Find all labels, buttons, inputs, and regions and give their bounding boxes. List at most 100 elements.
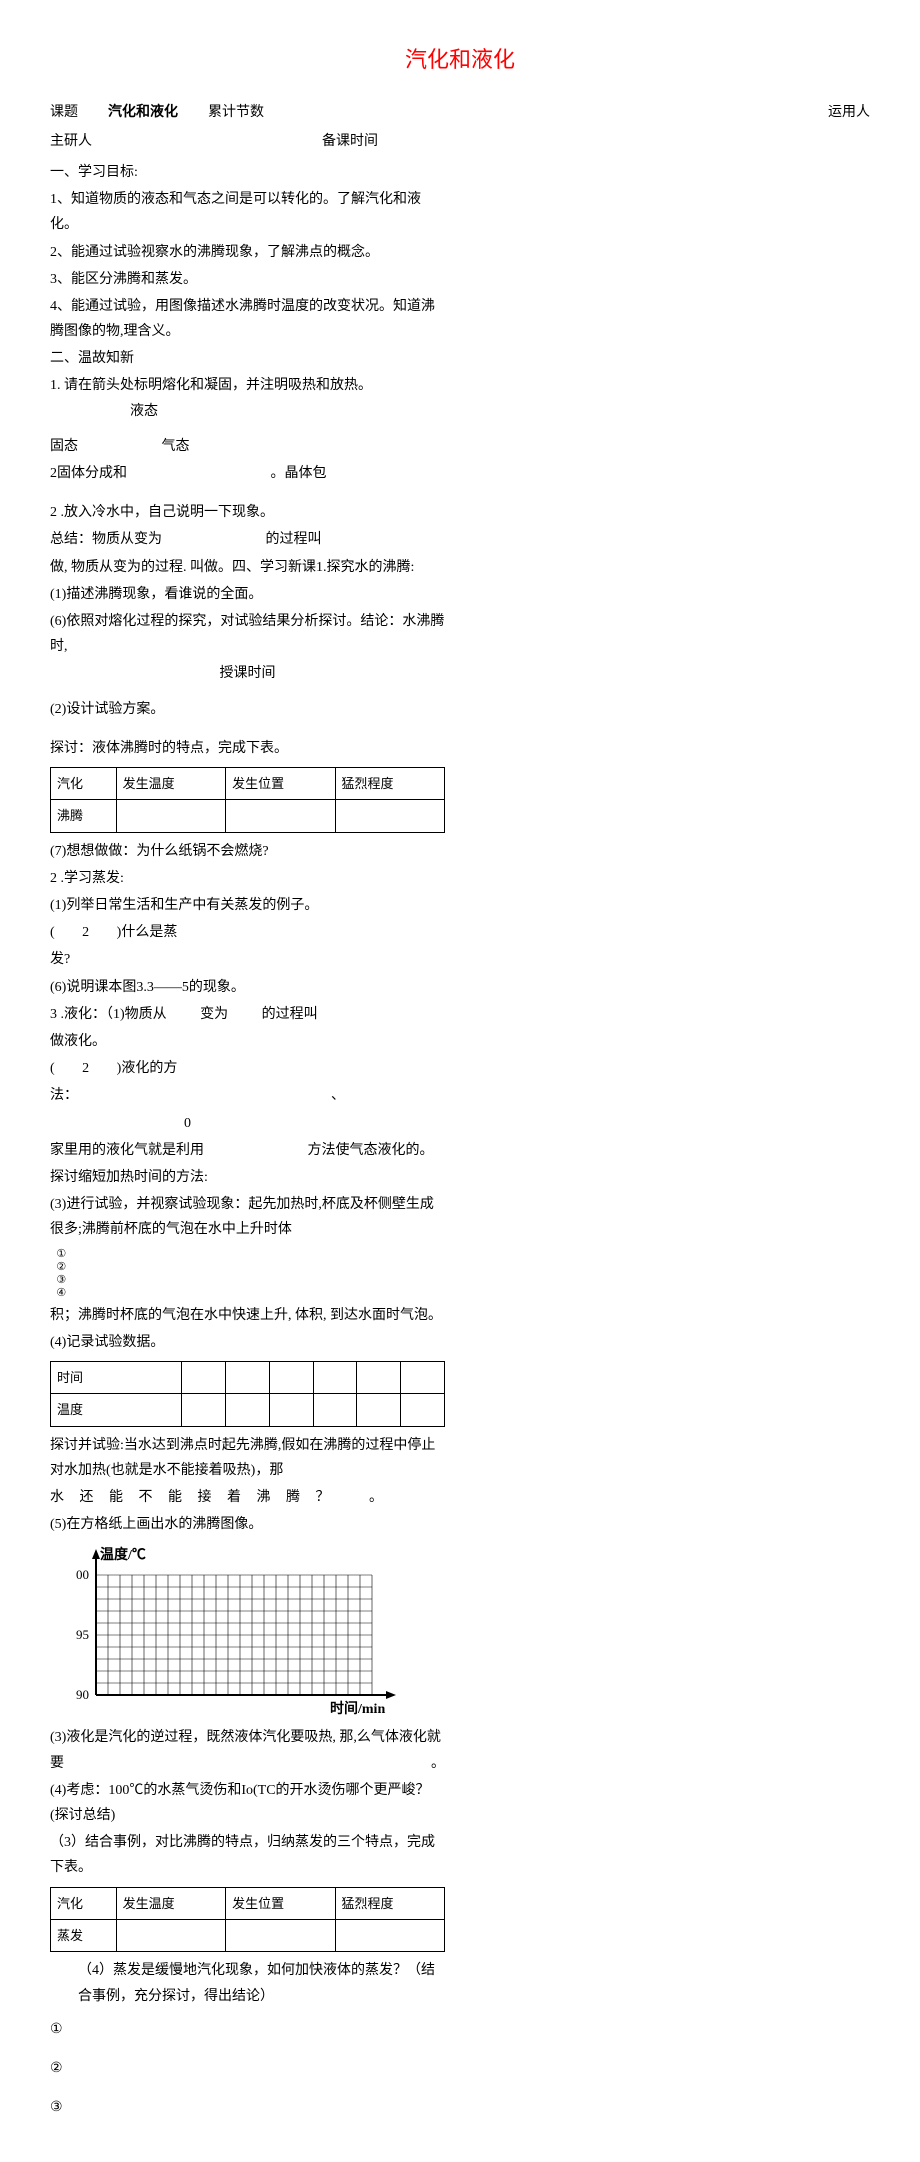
cell-pos: 发生位置: [226, 1887, 335, 1919]
review-q1: 1. 请在箭头处标明熔化和凝固，并注明吸热和放热。 液态: [50, 373, 445, 423]
cell-empty[interactable]: [182, 1394, 226, 1426]
table-row: 沸腾: [51, 800, 445, 832]
lesson-count-label: 累计节数: [208, 100, 264, 125]
prep-time-label: 备课时间: [322, 129, 378, 154]
bullet-3: ③: [50, 2095, 445, 2120]
cell-vaporization: 汽化: [51, 1887, 117, 1919]
cell-empty[interactable]: [226, 800, 335, 832]
review-q1-text: 1. 请在箭头处标明熔化和凝固，并注明吸热和放热。: [50, 378, 372, 393]
speed-evap-q: （4）蒸发是缓慢地汽化现象，如何加快液体的蒸发？（结合事例，充分探讨，得出结论）: [50, 1958, 445, 2008]
table-row: 时间: [51, 1361, 445, 1393]
spaced-q: 水 还 能 不 能 接 着 沸 腾 ？: [50, 1490, 336, 1505]
compare-evap: （3）结合事例，对比沸腾的特点，归纳蒸发的三个特点，完成下表。: [50, 1830, 445, 1880]
summary-b: 的过程叫: [266, 532, 322, 547]
cell-temp: 发生温度: [116, 767, 225, 799]
topic-label: 课题: [50, 100, 78, 125]
cell-empty[interactable]: [182, 1361, 226, 1393]
boiling-chart: 温度/℃: [50, 1545, 445, 1715]
liq-reverse-b: 。: [431, 1751, 445, 1776]
evap-heading: 2 .学习蒸发:: [50, 866, 445, 891]
chart-grid: [96, 1575, 372, 1695]
evap-examples: (1)列举日常生活和生产中有关蒸发的例子。: [50, 893, 445, 918]
discuss-boil-exp: 探讨并试验:当水达到沸点时起先沸腾,假如在沸腾的过程中停止对水加热(也就是水不能…: [50, 1433, 445, 1483]
content-columns: 一、学习目标: 1、知道物质的液态和气态之间是可以转化的。了解汽化和液化。 2、…: [50, 158, 870, 2122]
x-axis-arrow-icon: [386, 1691, 396, 1699]
state-solid: 固态: [50, 439, 78, 454]
section-1-heading: 一、学习目标:: [50, 160, 445, 185]
cell-empty[interactable]: [335, 1919, 444, 1951]
y-axis-arrow-icon: [92, 1549, 100, 1559]
chart-svg: 温度/℃: [50, 1545, 410, 1715]
liquefaction-def-2: 做液化。: [50, 1029, 445, 1054]
discuss-boil-exp-2: 水 还 能 不 能 接 着 沸 腾 ？ 。: [50, 1485, 445, 1510]
cell-empty[interactable]: [116, 800, 225, 832]
cell-temp: 温度: [51, 1394, 182, 1426]
sym-dot: 、: [331, 1083, 345, 1108]
data-record-table: 时间 温度: [50, 1361, 445, 1427]
liq-reverse: (3)液化是汽化的逆过程，既然液体汽化要吸热, 那,么气体液化就要 。: [50, 1725, 445, 1775]
section-2-heading: 二、温故知新: [50, 346, 445, 371]
state-liquid: 液态: [130, 404, 158, 419]
discuss-boiling: 探讨：液体沸腾时的特点，完成下表。: [50, 736, 445, 761]
period: 。: [369, 1490, 383, 1505]
cell-empty[interactable]: [226, 1394, 270, 1426]
topic-value: 汽化和液化: [108, 100, 178, 125]
review-q2b: 。晶体包: [271, 466, 327, 481]
summary-a: 总结：物质从变为: [50, 532, 162, 547]
ytick-90: 90: [76, 1687, 89, 1702]
cell-empty[interactable]: [401, 1394, 445, 1426]
paren-open-2: (: [50, 1061, 55, 1076]
cell-boiling: 沸腾: [51, 800, 117, 832]
liq-method-text: )液化的方: [117, 1061, 178, 1076]
liq-c: 的过程叫: [262, 1007, 318, 1022]
goal-1: 1、知道物质的液态和气态之间是可以转化的。了解汽化和液化。: [50, 187, 445, 237]
circled-numbers-vertical: ①②③④: [50, 1247, 70, 1299]
chart-ylabel: 温度/℃: [100, 1546, 146, 1563]
cell-empty[interactable]: [401, 1361, 445, 1393]
home-a: 家里用的液化气就是利用: [50, 1143, 204, 1158]
cell-empty[interactable]: [357, 1394, 401, 1426]
summary-line-2: 做, 物质从变为的过程. 叫做。四、学习新课1.探究水的沸腾:: [50, 555, 445, 580]
what-evap-text: )什么是蒸: [117, 925, 178, 940]
header-row-1: 课题 汽化和液化 累计节数 运用人: [50, 100, 870, 125]
num-2b: 2: [82, 1061, 89, 1076]
header-row-2: 主研人 备课时间: [50, 129, 870, 154]
user-label: 运用人: [828, 100, 870, 125]
goal-4: 4、能通过试验，用图像描述水沸腾时温度的改变状况。知道沸腾图像的物,理含义。: [50, 294, 445, 344]
cell-empty[interactable]: [335, 800, 444, 832]
review-q2a: 2固体分成和: [50, 466, 127, 481]
cell-empty[interactable]: [269, 1394, 313, 1426]
cell-empty[interactable]: [313, 1361, 357, 1393]
step-6: (6)依照对熔化过程的探究，对试验结果分析探讨。结论：水沸腾时,: [50, 609, 445, 659]
paren-open: (: [50, 925, 55, 940]
states-row: 固态 气态: [50, 434, 445, 459]
liquefaction-def: 3 .液化：（1)物质从 变为 的过程叫: [50, 1002, 445, 1027]
cell-empty[interactable]: [357, 1361, 401, 1393]
table-row: 温度: [51, 1394, 445, 1426]
state-gas: 气态: [162, 439, 190, 454]
ytick-100: 00: [76, 1567, 89, 1582]
step-2: (2)设计试验方案。: [50, 697, 445, 722]
liq-method-row: 法： 、: [50, 1083, 445, 1108]
teach-time-label: 授课时间: [50, 661, 445, 686]
bullet-2: ②: [50, 2056, 445, 2081]
step-4: (4)记录试验数据。: [50, 1330, 445, 1355]
what-is-evap: ( 2 )什么是蒸: [50, 920, 445, 945]
cell-empty[interactable]: [226, 1919, 335, 1951]
step-7: (7)想想做做：为什么纸锅不会燃烧?: [50, 839, 445, 864]
table-row: 汽化 发生温度 发生位置 猛烈程度: [51, 767, 445, 799]
cell-empty[interactable]: [269, 1361, 313, 1393]
cell-empty[interactable]: [116, 1919, 225, 1951]
step-1: (1)描述沸腾现象，看谁说的全面。: [50, 582, 445, 607]
liq-reverse-a: (3)液化是汽化的逆过程，既然液体汽化要吸热, 那,么气体液化就要: [50, 1730, 441, 1770]
cell-empty[interactable]: [313, 1394, 357, 1426]
home-b: 方法使气态液化的。: [308, 1143, 434, 1158]
home-lpg: 家里用的液化气就是利用 方法使气态液化的。: [50, 1138, 445, 1163]
cell-empty[interactable]: [226, 1361, 270, 1393]
liq-b: 变为: [200, 1007, 228, 1022]
cell-degree: 猛烈程度: [335, 767, 444, 799]
cell-vaporization: 汽化: [51, 767, 117, 799]
goal-2: 2、能通过试验视察水的沸腾现象，了解沸点的概念。: [50, 240, 445, 265]
discuss-shorten: 探讨缩短加热时间的方法:: [50, 1165, 445, 1190]
table-row: 蒸发: [51, 1919, 445, 1951]
